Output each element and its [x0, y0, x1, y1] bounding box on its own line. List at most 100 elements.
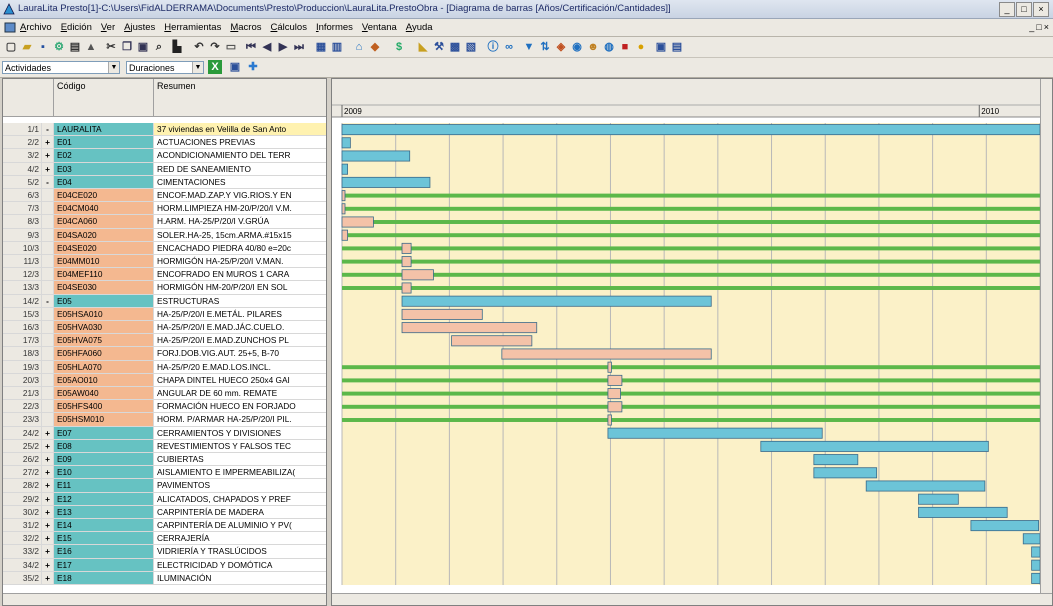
measure-icon[interactable]: ◣	[416, 40, 430, 54]
row-summary[interactable]: FORJ.DOB.VIG.AUT. 25+5, B-70	[154, 347, 326, 361]
menu-archivo[interactable]: Archivo	[20, 22, 52, 33]
row-summary[interactable]: HORMIGÓN HA-25/P/20/I V.MAN.	[154, 255, 326, 269]
table-row[interactable]: 17/3 E05HVA075 HA-25/P/20/I E.MAD.ZUNCHOS …	[3, 334, 326, 348]
list-icon[interactable]: ▭	[224, 40, 238, 54]
copy-icon[interactable]: ❐	[120, 40, 134, 54]
expand-toggle[interactable]: +	[42, 439, 54, 453]
row-summary[interactable]: ACONDICIONAMIENTO DEL TERR	[154, 149, 326, 163]
row-summary[interactable]: HA-25/P/20 E.MAD.LOS.INCL.	[154, 360, 326, 374]
binoculars-icon[interactable]: ▙	[170, 40, 184, 54]
table-row[interactable]: 33/2 + E16 VIDRIERÍA Y TRASLÚCIDOS	[3, 545, 326, 559]
duration-select[interactable]: Duraciones ▼	[126, 61, 204, 74]
task-bar[interactable]	[501, 348, 712, 360]
menu-ver[interactable]: Ver	[101, 22, 115, 33]
row-code[interactable]: E07	[54, 426, 154, 440]
table-row[interactable]: 35/2 + E18 ILUMINACIÓN	[3, 571, 326, 585]
link-icon[interactable]: ∞	[502, 40, 516, 54]
task-bar[interactable]	[607, 361, 612, 373]
task-bar[interactable]	[401, 308, 483, 320]
bell-icon[interactable]: ◉	[570, 40, 584, 54]
summary-bar[interactable]	[1022, 533, 1041, 545]
expand-toggle[interactable]: +	[42, 519, 54, 533]
summary-bar[interactable]	[813, 467, 878, 479]
task-bar[interactable]	[607, 374, 623, 386]
find-icon[interactable]: ⌕	[152, 40, 166, 54]
expand-toggle[interactable]	[42, 255, 54, 269]
row-summary[interactable]: 37 viviendas en Velilla de San Anto	[154, 123, 326, 137]
help-icon[interactable]: ●	[634, 40, 648, 54]
row-code[interactable]: E05HFA060	[54, 347, 154, 361]
tag-icon[interactable]: ◈	[554, 40, 568, 54]
expand-toggle[interactable]: +	[42, 505, 54, 519]
summary-bar[interactable]	[918, 506, 1008, 518]
table-row[interactable]: 3/2 + E02 ACONDICIONAMIENTO DEL TERR	[3, 149, 326, 163]
row-code[interactable]: E02	[54, 149, 154, 163]
table-row[interactable]: 11/3 E04MM010 HORMIGÓN HA-25/P/20/I V.MAN.	[3, 255, 326, 269]
row-code[interactable]: LAURALITA	[54, 123, 154, 137]
row-code[interactable]: E05HSA010	[54, 307, 154, 321]
user-icon[interactable]: ☻	[586, 40, 600, 54]
row-code[interactable]: E14	[54, 519, 154, 533]
row-code[interactable]: E04CA060	[54, 215, 154, 229]
row-summary[interactable]: REVESTIMIENTOS Y FALSOS TEC	[154, 439, 326, 453]
table-row[interactable]: 30/2 + E13 CARPINTERÍA DE MADERA	[3, 505, 326, 519]
expand-toggle[interactable]: +	[42, 466, 54, 480]
table-row[interactable]: 32/2 + E15 CERRAJERÍA	[3, 532, 326, 546]
row-summary[interactable]: ENCOF.MAD.ZAP.Y VIG.RIOS.Y EN	[154, 189, 326, 203]
expand-toggle[interactable]	[42, 373, 54, 387]
row-code[interactable]: E10	[54, 466, 154, 480]
expand-toggle[interactable]: +	[42, 492, 54, 506]
menu-ayuda[interactable]: Ayuda	[406, 22, 433, 33]
view-select[interactable]: Actividades ▼	[2, 61, 120, 74]
expand-toggle[interactable]	[42, 321, 54, 335]
expand-toggle[interactable]: +	[42, 532, 54, 546]
row-summary[interactable]: ENCOFRADO EN MUROS 1 CARA	[154, 268, 326, 282]
task-bar[interactable]	[341, 203, 346, 215]
summary-bar[interactable]	[341, 124, 1041, 136]
table-row[interactable]: 13/3 E04SE030 HORMIGÓN HM-20/P/20/I EN SOL	[3, 281, 326, 295]
lock-icon[interactable]: ▲	[84, 40, 98, 54]
row-summary[interactable]: SOLER.HA-25, 15cm.ARMA.#15x15	[154, 228, 326, 242]
table-row[interactable]: 7/3 E04CM040 HORM.LIMPIEZA HM-20/P/20/I V.…	[3, 202, 326, 216]
properties-icon[interactable]: ⚙	[52, 40, 66, 54]
mdi-close-button[interactable]: ×	[1044, 22, 1049, 32]
row-code[interactable]: E05HLA070	[54, 360, 154, 374]
task-bar[interactable]	[451, 335, 533, 347]
row-summary[interactable]: ANGULAR DE 60 mm. REMATE	[154, 387, 326, 401]
new-file-icon[interactable]: ▢	[4, 40, 18, 54]
row-code[interactable]: E04SE020	[54, 241, 154, 255]
summary-bar[interactable]	[341, 176, 431, 188]
expand-toggle[interactable]: -	[42, 123, 54, 137]
summary-bar[interactable]	[760, 440, 989, 452]
table-row[interactable]: 18/3 E05HFA060 FORJ.DOB.VIG.AUT. 25+5, B-7…	[3, 347, 326, 361]
expand-toggle[interactable]: -	[42, 175, 54, 189]
row-code[interactable]: E01	[54, 136, 154, 150]
row-summary[interactable]: CERRAMIENTOS Y DIVISIONES	[154, 426, 326, 440]
expand-toggle[interactable]: +	[42, 479, 54, 493]
row-summary[interactable]: HORM. P/ARMAR HA-25/P/20/I PIL.	[154, 413, 326, 427]
paste-icon[interactable]: ▣	[136, 40, 150, 54]
code-column-header[interactable]: Código	[54, 79, 154, 117]
close-button[interactable]: ×	[1033, 2, 1049, 17]
row-code[interactable]: E16	[54, 545, 154, 559]
row-summary[interactable]: HORM.LIMPIEZA HM-20/P/20/I V.M.	[154, 202, 326, 216]
open-folder-icon[interactable]: ▰	[20, 40, 34, 54]
table-row[interactable]: 5/2- E04 CIMENTACIONES	[3, 175, 326, 189]
row-summary[interactable]: HA-25/P/20/I E.METÁL. PILARES	[154, 307, 326, 321]
table-row[interactable]: 21/3 E05AW040 ANGULAR DE 60 mm. REMATE	[3, 387, 326, 401]
row-summary[interactable]: ENCACHADO PIEDRA 40/80 e=20c	[154, 241, 326, 255]
expand-toggle[interactable]	[42, 228, 54, 242]
summary-bar[interactable]	[1031, 572, 1041, 584]
expand-toggle[interactable]: +	[42, 426, 54, 440]
row-code[interactable]: E04CM040	[54, 202, 154, 216]
table-row[interactable]: 19/3 E05HLA070 HA-25/P/20 E.MAD.LOS.INCL.	[3, 360, 326, 374]
expand-toggle[interactable]: +	[42, 558, 54, 572]
row-code[interactable]: E05HFS400	[54, 400, 154, 414]
row-summary[interactable]: CUBIERTAS	[154, 453, 326, 467]
row-code[interactable]: E05HSM010	[54, 413, 154, 427]
table-row[interactable]: 4/2 + E03 RED DE SANEAMIENTO	[3, 162, 326, 176]
print-icon[interactable]: ▤	[68, 40, 82, 54]
row-summary[interactable]: ALICATADOS, CHAPADOS Y PREF	[154, 492, 326, 506]
expand-toggle[interactable]: -	[42, 294, 54, 308]
first-record-icon[interactable]: ⏮	[244, 40, 258, 54]
